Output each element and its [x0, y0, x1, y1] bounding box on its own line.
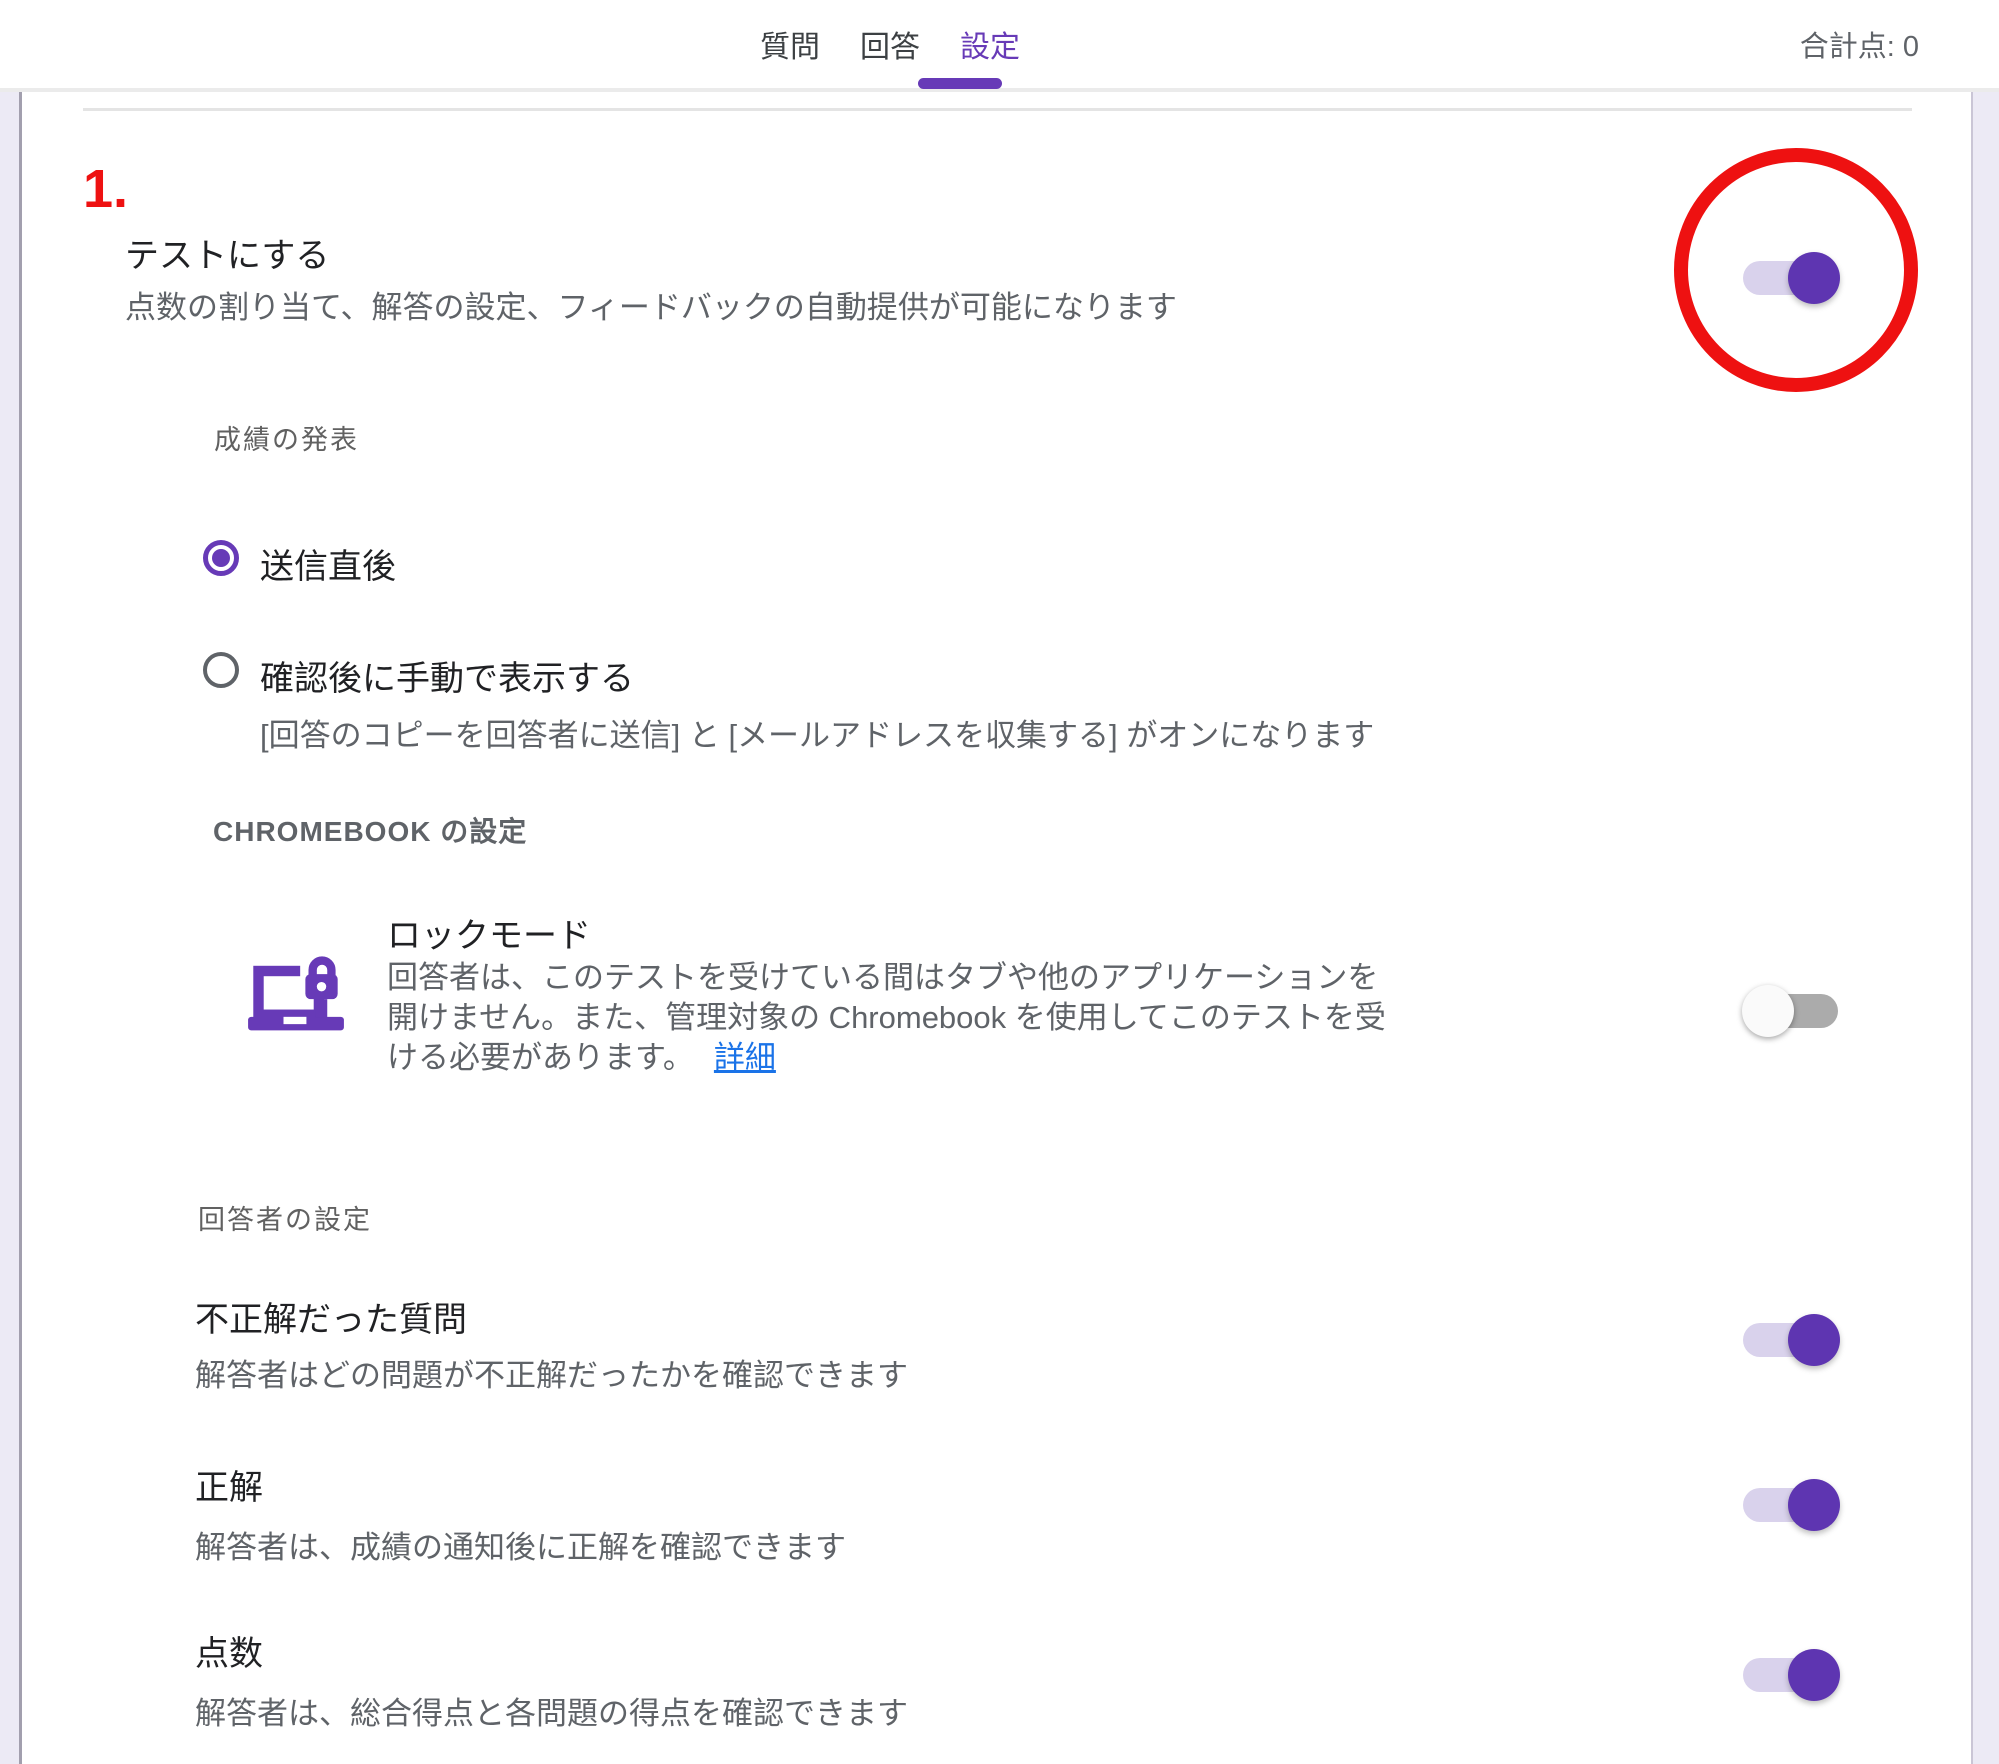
- row-missed-questions-title: 不正解だった質問: [195, 1292, 467, 1341]
- row-missed-questions-description: 解答者はどの問題が不正解だったかを確認できます: [195, 1350, 908, 1395]
- row-point-values-title: 点数: [195, 1626, 263, 1675]
- row-correct-answers-title: 正解: [195, 1460, 263, 1509]
- page-background-right: [1971, 92, 1999, 1764]
- toggle-thumb: [1742, 985, 1794, 1037]
- section-label-chromebook: CHROMEBOOK の設定: [213, 810, 527, 850]
- section-label-grade-release: 成績の発表: [214, 418, 359, 457]
- section-label-respondent: 回答者の設定: [198, 1198, 372, 1237]
- radio-later-manual-description: [回答のコピーを回答者に送信] と [メールアドレスを収集する] がオンになりま…: [260, 710, 1374, 755]
- card-top-divider: [83, 108, 1912, 111]
- row-point-values-description: 解答者は、総合得点と各問題の得点を確認できます: [195, 1688, 908, 1733]
- top-tab-bar: 質問 回答 設定 合計点: 0: [0, 0, 1999, 92]
- quiz-settings-page: 質問 回答 設定 合計点: 0 1. テストにする 点数の割り当て、解答の設定、…: [0, 0, 1999, 1764]
- lock-mode-description: 回答者は、このテストを受けている間はタブや他のアプリケーションを 開けません。ま…: [387, 958, 1386, 1078]
- radio-later-manual-review[interactable]: [203, 652, 239, 688]
- card-left-border: [19, 92, 22, 1764]
- annotation-step-number: 1.: [83, 158, 128, 220]
- tab-responses[interactable]: 回答: [860, 22, 920, 66]
- row-correct-answers-description: 解答者は、成績の通知後に正解を確認できます: [195, 1522, 846, 1567]
- tab-settings[interactable]: 設定: [960, 22, 1020, 66]
- toggle-thumb: [1788, 252, 1840, 304]
- radio-label-immediately[interactable]: 送信直後: [260, 539, 396, 588]
- point-values-toggle[interactable]: [1743, 1658, 1838, 1692]
- lock-mode-description-line1: 回答者は、このテストを受けている間はタブや他のアプリケーションを: [387, 958, 1386, 998]
- details-link[interactable]: 詳細: [714, 1040, 776, 1075]
- laptop-lock-icon: [246, 952, 346, 1040]
- lock-mode-toggle[interactable]: [1743, 994, 1838, 1028]
- tab-group: 質問 回答 設定: [760, 0, 1020, 88]
- page-background-left: [0, 92, 19, 1764]
- lock-mode-description-line3-text: ける必要があります。: [387, 1040, 694, 1075]
- toggle-thumb: [1788, 1649, 1840, 1701]
- toggle-thumb: [1788, 1314, 1840, 1366]
- lock-mode-title: ロックモード: [387, 908, 591, 957]
- missed-questions-toggle[interactable]: [1743, 1323, 1838, 1357]
- toggle-thumb: [1788, 1479, 1840, 1531]
- quiz-toggle[interactable]: [1743, 261, 1838, 295]
- correct-answers-toggle[interactable]: [1743, 1488, 1838, 1522]
- total-points-label: 合計点: 0: [1800, 0, 1919, 88]
- quiz-toggle-description: 点数の割り当て、解答の設定、フィードバックの自動提供が可能になります: [125, 282, 1177, 327]
- lock-mode-description-line3: ける必要があります。詳細: [387, 1038, 1386, 1078]
- radio-immediately-after-submission[interactable]: [203, 540, 239, 576]
- tab-questions[interactable]: 質問: [760, 22, 820, 66]
- quiz-toggle-title: テストにする: [125, 228, 329, 277]
- active-tab-underline: [918, 78, 1002, 89]
- radio-label-later-manual[interactable]: 確認後に手動で表示する: [260, 651, 634, 700]
- lock-mode-description-line2: 開けません。また、管理対象の Chromebook を使用してこのテストを受: [387, 998, 1386, 1038]
